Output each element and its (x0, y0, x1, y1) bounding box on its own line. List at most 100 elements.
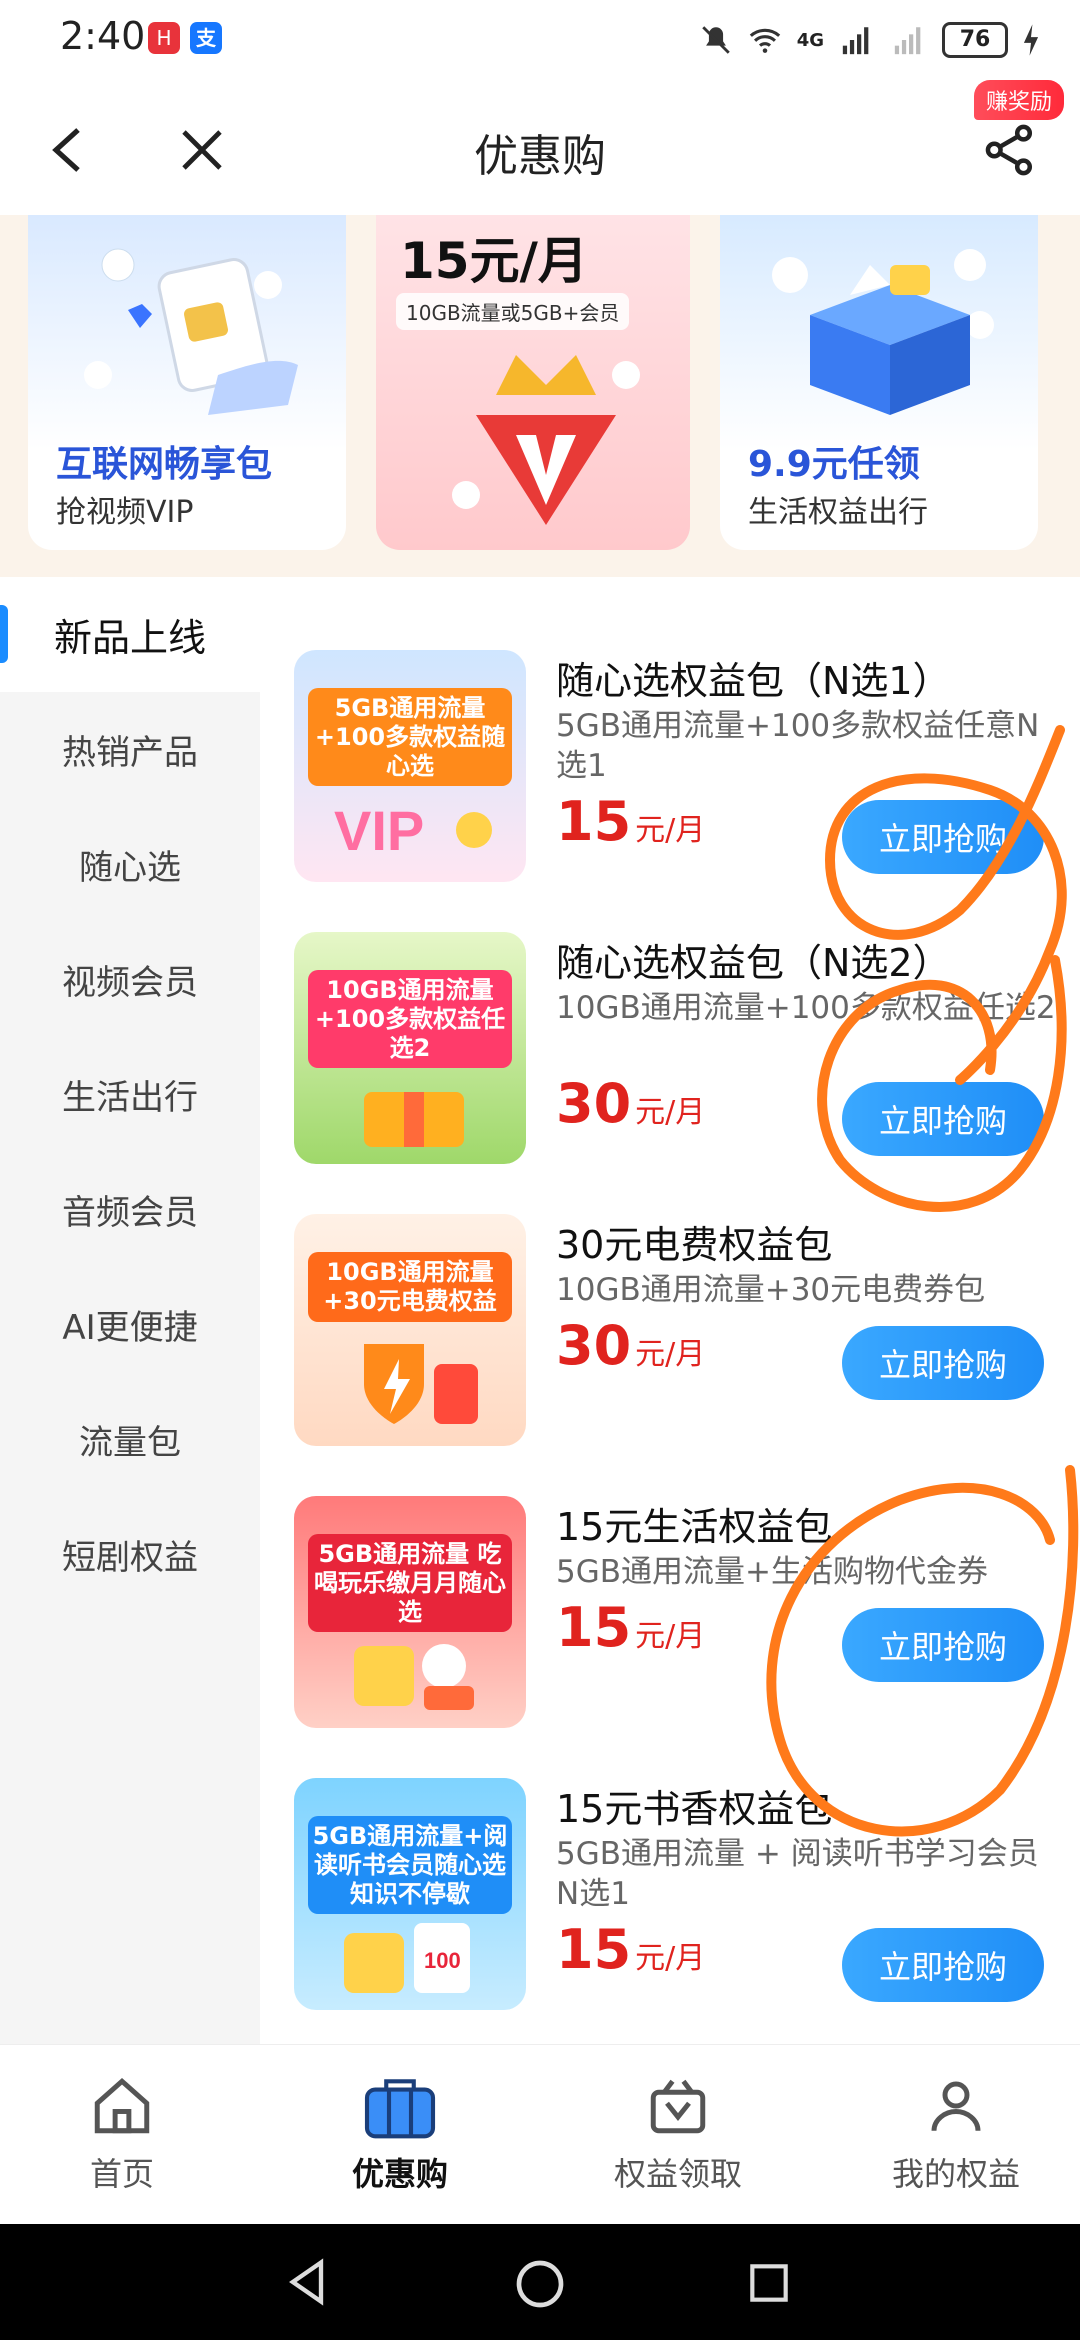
status-time: 2:40 (60, 14, 146, 58)
buy-now-button[interactable]: 立即抢购 (842, 1326, 1044, 1400)
product-name: 15元书香权益包 (556, 1787, 833, 1831)
product-card[interactable]: 5GB通用流量+100多款权益随心选 VIP 随心选权益包（N选1） 5GB通用… (260, 650, 1080, 930)
status-icons: 4G 76 (699, 20, 1040, 60)
product-thumbnail: 5GB通用流量 吃喝玩乐缴月月随心选 (294, 1496, 526, 1728)
sidebar-item-flexible[interactable]: 随心选 (0, 807, 260, 922)
product-card[interactable]: 10GB通用流量 +30元电费权益 30元电费权益包 10GB通用流量+30元电… (260, 1214, 1080, 1494)
vip-illustration: VIP (334, 799, 492, 862)
nav-deals[interactable]: 优惠购 (300, 2073, 500, 2195)
book-illustration: 100 (344, 1923, 470, 1993)
nav-label: 我的权益 (891, 2155, 1020, 2193)
product-thumbnail: 5GB通用流量+阅读听书会员随心选 知识不停歇 100 (294, 1778, 526, 2010)
price-value: 15 (556, 1918, 632, 1981)
huawei-app-icon: H (148, 22, 180, 54)
crown-v-illustration (452, 355, 640, 525)
nav-claim[interactable]: 权益领取 (578, 2073, 778, 2195)
nav-label: 权益领取 (613, 2155, 742, 2193)
sidebar-item-ai[interactable]: AI更便捷 (0, 1267, 260, 1382)
page-header: 优惠购 赚奖励 (0, 80, 1080, 215)
page-title: 优惠购 (474, 131, 606, 182)
share-button[interactable] (970, 110, 1050, 190)
sidebar-item-hot[interactable]: 热销产品 (0, 692, 260, 807)
category-sidebar: 新品上线 热销产品 随心选 视频会员 生活出行 音频会员 AI更便捷 流量包 短… (0, 577, 260, 2044)
product-name: 30元电费权益包 (556, 1223, 833, 1267)
sidebar-item-data[interactable]: 流量包 (0, 1382, 260, 1497)
thumbnail-text: 10GB通用流量 +30元电费权益 (308, 1252, 512, 1322)
mute-bell-icon (701, 26, 730, 54)
price-value: 15 (556, 790, 632, 853)
thumbnail-text: 10GB通用流量+100多款权益任选2 (308, 970, 512, 1069)
product-price: 30 元/月 (556, 1314, 705, 1377)
user-icon (931, 2081, 981, 2132)
back-triangle-icon[interactable] (282, 2256, 334, 2308)
sidebar-item-new[interactable]: 新品上线 (0, 577, 260, 692)
status-bar: 2:40 H 支 4G 76 (0, 0, 1080, 80)
price-unit: 元/月 (635, 1095, 706, 1130)
recents-square-icon[interactable] (744, 2258, 794, 2308)
home-icon (94, 2077, 150, 2134)
banner-card-monthly[interactable]: 15元/月 10GB流量或5GB+会员 (376, 215, 690, 550)
product-desc: 10GB通用流量+100多款权益任选2 (556, 990, 1056, 1026)
banner-card-title: 9.9元任领 (748, 444, 920, 485)
buy-now-button[interactable]: 立即抢购 (842, 1608, 1044, 1682)
svg-text:VIP: VIP (334, 799, 424, 862)
signal-empty-icon (894, 27, 921, 55)
sidebar-item-life[interactable]: 生活出行 (0, 1037, 260, 1152)
banner-card-price: 15元/月 (400, 232, 588, 290)
buy-now-button[interactable]: 立即抢购 (842, 1082, 1044, 1156)
product-desc: 10GB通用流量+30元电费券包 (556, 1272, 986, 1308)
battery-indicator: 76 (942, 22, 1008, 58)
lightning-shield-icon (364, 1344, 478, 1424)
banner-card-life[interactable]: 9.9元任领 生活权益出行 (720, 215, 1038, 550)
product-thumbnail: 5GB通用流量+100多款权益随心选 VIP (294, 650, 526, 882)
price-unit: 元/月 (635, 1619, 706, 1654)
thumbnail-text: 5GB通用流量+100多款权益随心选 (308, 688, 512, 787)
gift-box-icon (364, 1092, 464, 1147)
gift-box-illustration (772, 249, 994, 415)
share-icon (985, 124, 1033, 176)
product-price: 15 元/月 (556, 790, 705, 853)
sidebar-item-drama[interactable]: 短剧权益 (0, 1497, 260, 1612)
product-desc: 5GB通用流量+生活购物代金券 (556, 1554, 988, 1590)
svg-text:100: 100 (424, 1948, 461, 1973)
banner-card-internet[interactable]: 互联网畅享包 抢视频VIP (28, 215, 346, 550)
gift-box-icon (650, 2079, 706, 2134)
price-unit: 元/月 (635, 813, 706, 848)
product-card[interactable]: 10GB通用流量+100多款权益任选2 随心选权益包（N选2） 10GB通用流量… (260, 932, 1080, 1212)
signal-icon (842, 27, 869, 55)
product-price: 30 元/月 (556, 1072, 705, 1135)
thumbnail-text: 5GB通用流量+阅读听书会员随心选 知识不停歇 (308, 1816, 512, 1915)
banner-card-subtitle: 抢视频VIP (56, 495, 194, 530)
alipay-app-icon: 支 (190, 22, 222, 54)
nav-home[interactable]: 首页 (22, 2073, 222, 2195)
nav-label: 优惠购 (351, 2155, 448, 2193)
product-thumbnail: 10GB通用流量 +30元电费权益 (294, 1214, 526, 1446)
product-price: 15 元/月 (556, 1918, 705, 1981)
nav-my-benefits[interactable]: 我的权益 (856, 2073, 1056, 2195)
banner-card-subtitle: 生活权益出行 (748, 495, 928, 530)
product-name: 随心选权益包（N选2） (556, 941, 951, 985)
home-circle-icon[interactable] (512, 2256, 568, 2312)
product-thumbnail: 10GB通用流量+100多款权益任选2 (294, 932, 526, 1164)
buy-now-button[interactable]: 立即抢购 (842, 800, 1044, 874)
charging-icon (1023, 24, 1039, 56)
product-name: 15元生活权益包 (556, 1505, 833, 1549)
buy-now-button[interactable]: 立即抢购 (842, 1928, 1044, 2002)
bottom-nav: 首页 优惠购 权益领取 我的权益 (0, 2044, 1080, 2224)
sidebar-item-video[interactable]: 视频会员 (0, 922, 260, 1037)
wifi-icon (749, 28, 780, 53)
product-list: 5GB通用流量+100多款权益随心选 VIP 随心选权益包（N选1） 5GB通用… (260, 577, 1080, 2044)
banner-card-title: 互联网畅享包 (56, 444, 273, 485)
sidebar-item-audio[interactable]: 音频会员 (0, 1152, 260, 1267)
product-card[interactable]: 5GB通用流量+阅读听书会员随心选 知识不停歇 100 15元书香权益包 5GB… (260, 1778, 1080, 2058)
promo-banner: 互联网畅享包 抢视频VIP 15元/月 10GB流量或5GB+会员 9.9元任领… (0, 215, 1080, 577)
shopping-illustration (354, 1644, 474, 1710)
price-value: 15 (556, 1596, 632, 1659)
product-card[interactable]: 5GB通用流量 吃喝玩乐缴月月随心选 15元生活权益包 5GB通用流量+生活购物… (260, 1496, 1080, 1776)
product-price: 15 元/月 (556, 1596, 705, 1659)
banner-card-note: 10GB流量或5GB+会员 (396, 293, 630, 330)
nav-label: 首页 (89, 2155, 154, 2193)
system-nav-bar (0, 2224, 1080, 2340)
price-unit: 元/月 (635, 1941, 706, 1976)
product-desc: 5GB通用流量+100多款权益任意N选1 (556, 708, 1040, 784)
